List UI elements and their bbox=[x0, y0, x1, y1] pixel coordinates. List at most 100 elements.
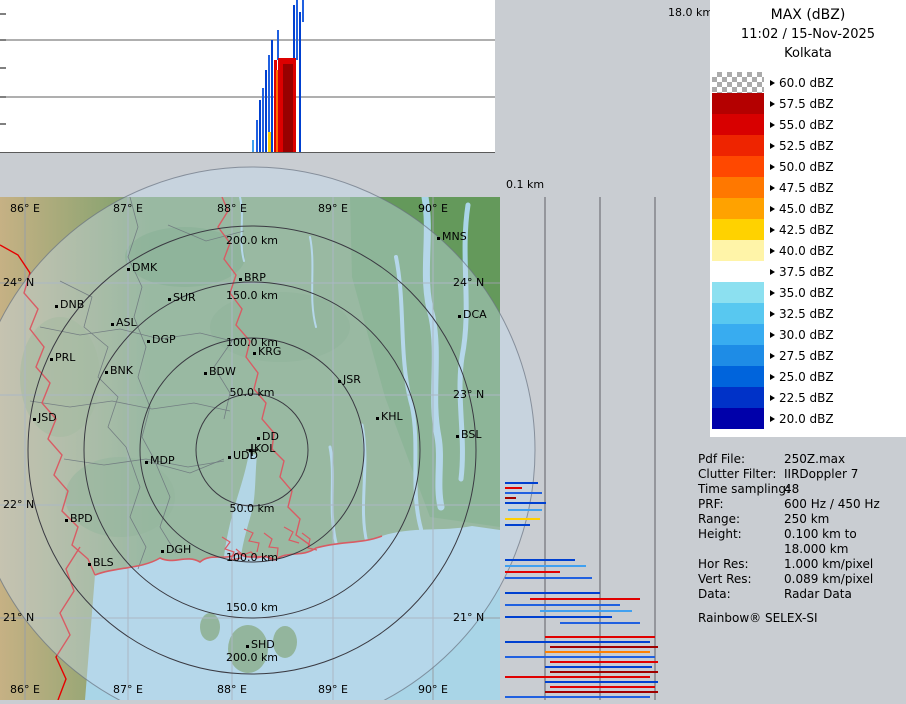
legend-entry-label: 45.0 dBZ bbox=[779, 201, 834, 216]
legend-swatch bbox=[712, 303, 764, 324]
top-profile-echo-art bbox=[252, 0, 304, 152]
info-row: Hor Res: 1.000 km/pixel bbox=[698, 557, 904, 572]
legend-swatch bbox=[712, 282, 764, 303]
legend-entry-label: 55.0 dBZ bbox=[779, 117, 834, 132]
legend-entry: 42.5 dBZ bbox=[710, 219, 906, 240]
legend-swatch bbox=[712, 408, 764, 429]
product-info-rows: Pdf File: 250Z.max Clutter Filter: IIRDoppl… bbox=[698, 452, 904, 602]
legend-entry: 57.5 dBZ bbox=[710, 93, 906, 114]
legend-entry: 22.5 dBZ bbox=[710, 387, 906, 408]
legend-entry-label: 57.5 dBZ bbox=[779, 96, 834, 111]
profile-bottom-height-label: 0.1 km bbox=[506, 178, 545, 191]
info-row-value: 250Z.max bbox=[784, 452, 846, 466]
radar-max-display: { "window": { "bg_color": "#c9cdd2" }, "… bbox=[0, 0, 906, 704]
info-row: Range: 250 km bbox=[698, 512, 904, 527]
legend-tick-icon bbox=[770, 415, 775, 422]
info-row: 18.000 km bbox=[698, 542, 904, 557]
legend-swatch bbox=[712, 177, 764, 198]
legend-entry: 27.5 dBZ bbox=[710, 345, 906, 366]
product-info-block: Pdf File: 250Z.max Clutter Filter: IIRDoppl… bbox=[698, 452, 904, 626]
info-row-value: 18.000 km bbox=[784, 542, 849, 556]
legend-tick-icon bbox=[770, 247, 775, 254]
info-row: PRF: 600 Hz / 450 Hz bbox=[698, 497, 904, 512]
info-row-label: Pdf File: bbox=[698, 452, 746, 466]
legend-swatch bbox=[712, 387, 764, 408]
legend-tick-icon bbox=[770, 289, 775, 296]
info-row-value: 600 Hz / 450 Hz bbox=[784, 497, 880, 511]
side-profile-panel bbox=[500, 197, 660, 700]
info-row-label: PRF: bbox=[698, 497, 724, 511]
info-row-label: Time sampling: bbox=[698, 482, 791, 496]
height-axis-ticks bbox=[0, 13, 6, 125]
info-row: Clutter Filter: IIRDoppler 7 bbox=[698, 467, 904, 482]
info-row-label: Clutter Filter: bbox=[698, 467, 777, 481]
legend-entry-label: 52.5 dBZ bbox=[779, 138, 834, 153]
map-art bbox=[0, 193, 500, 701]
info-row: Height: 0.100 km to bbox=[698, 527, 904, 542]
legend-entry-label: 32.5 dBZ bbox=[779, 306, 834, 321]
legend-swatch bbox=[712, 198, 764, 219]
legend-swatch bbox=[712, 261, 764, 282]
top-profile-panel bbox=[0, 0, 495, 153]
legend-entry-label: 27.5 dBZ bbox=[779, 348, 834, 363]
legend-entry: 25.0 dBZ bbox=[710, 366, 906, 387]
legend-tick-icon bbox=[770, 184, 775, 191]
info-row-label bbox=[698, 542, 784, 557]
height-gridlines bbox=[544, 197, 656, 700]
legend-swatch bbox=[712, 135, 764, 156]
legend-entry: 47.5 dBZ bbox=[710, 177, 906, 198]
legend-tick-icon bbox=[770, 121, 775, 128]
info-row-value: 1.000 km/pixel bbox=[784, 557, 874, 571]
legend-tick-icon bbox=[770, 163, 775, 170]
legend-entry: 35.0 dBZ bbox=[710, 282, 906, 303]
legend-tick-icon bbox=[770, 331, 775, 338]
legend-station: Kolkata bbox=[784, 46, 832, 61]
legend-entry-label: 40.0 dBZ bbox=[779, 243, 834, 258]
legend-entry: 20.0 dBZ bbox=[710, 408, 906, 429]
legend-swatch bbox=[712, 345, 764, 366]
legend-swatch bbox=[712, 219, 764, 240]
legend-entry-label: 50.0 dBZ bbox=[779, 159, 834, 174]
legend-entry: 50.0 dBZ bbox=[710, 156, 906, 177]
info-row: Data: Radar Data bbox=[698, 587, 904, 602]
legend-entry-label: 25.0 dBZ bbox=[779, 369, 834, 384]
legend-entry-label: 37.5 dBZ bbox=[779, 264, 834, 279]
legend-swatch bbox=[712, 240, 764, 261]
info-row-value: 48 bbox=[784, 482, 800, 496]
legend-entry: 45.0 dBZ bbox=[710, 198, 906, 219]
legend-entry-label: 20.0 dBZ bbox=[779, 411, 834, 426]
legend-entry: 37.5 dBZ bbox=[710, 261, 906, 282]
legend-entry-label: 42.5 dBZ bbox=[779, 222, 834, 237]
info-row-value: Radar Data bbox=[784, 587, 852, 601]
legend-entry: 30.0 dBZ bbox=[710, 324, 906, 345]
info-row-label: Hor Res: bbox=[698, 557, 749, 571]
info-row-value: 0.100 km to bbox=[784, 527, 857, 541]
legend-tick-icon bbox=[770, 226, 775, 233]
legend-title: MAX (dBZ) bbox=[770, 7, 846, 23]
legend-swatch bbox=[712, 366, 764, 387]
info-row-value: IIRDoppler 7 bbox=[784, 467, 859, 481]
info-row-label: Vert Res: bbox=[698, 572, 752, 586]
legend-entry: 60.0 dBZ bbox=[710, 72, 906, 93]
profile-top-height-label: 18.0 km bbox=[668, 6, 714, 19]
info-row-label: Range: bbox=[698, 512, 741, 526]
legend-entry: 40.0 dBZ bbox=[710, 240, 906, 261]
legend-color-scale: 60.0 dBZ 57.5 dBZ 55.0 dBZ 52.5 dBZ 50.0 dBZ… bbox=[710, 72, 906, 429]
info-row-value: 0.089 km/pixel bbox=[784, 572, 874, 586]
legend-entry: 55.0 dBZ bbox=[710, 114, 906, 135]
legend-swatch bbox=[712, 72, 764, 93]
info-row: Time sampling: 48 bbox=[698, 482, 904, 497]
legend-swatch bbox=[712, 114, 764, 135]
legend-tick-icon bbox=[770, 100, 775, 107]
legend-tick-icon bbox=[770, 352, 775, 359]
legend-entry-label: 22.5 dBZ bbox=[779, 390, 834, 405]
side-profile-art bbox=[505, 197, 658, 700]
legend-tick-icon bbox=[770, 373, 775, 380]
legend-tick-icon bbox=[770, 394, 775, 401]
legend-swatch bbox=[712, 93, 764, 114]
legend-entry: 32.5 dBZ bbox=[710, 303, 906, 324]
legend-entry: 52.5 dBZ bbox=[710, 135, 906, 156]
side-profile-echo-art bbox=[505, 482, 658, 698]
software-brand-label: Rainbow® SELEX-SI bbox=[698, 611, 818, 625]
info-row-value: 250 km bbox=[784, 512, 830, 526]
